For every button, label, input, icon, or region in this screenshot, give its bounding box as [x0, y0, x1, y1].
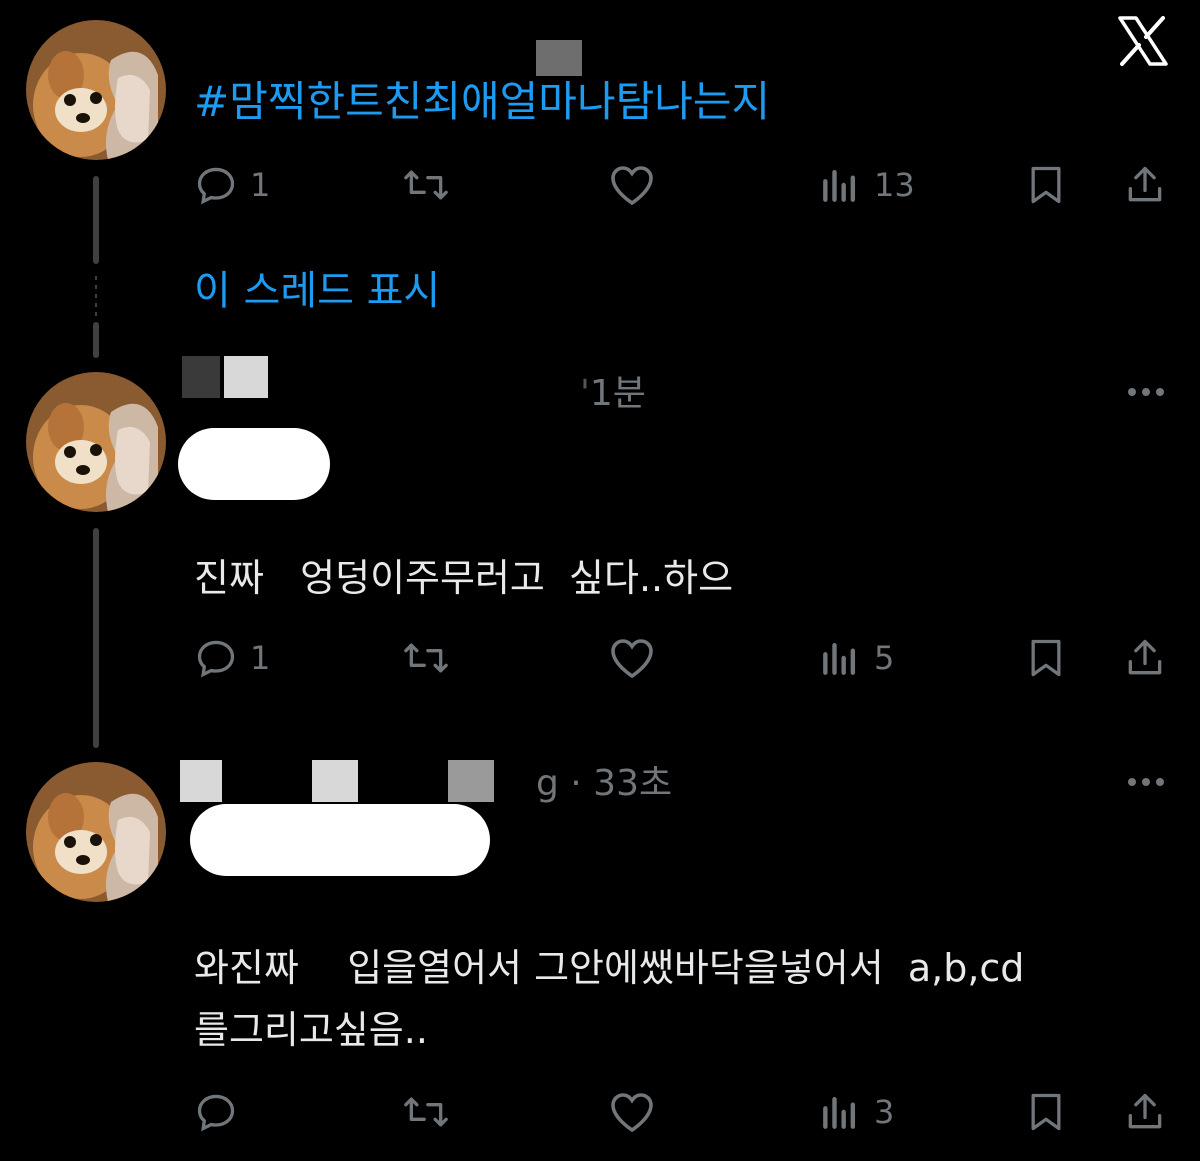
share-icon	[1128, 166, 1162, 202]
tweet-text-line1: 와진짜 입을열어서 그안에쌨바닥을넣어서 a,b,cd	[194, 946, 1025, 990]
avatar[interactable]	[26, 372, 166, 512]
views-button[interactable]: 5	[818, 636, 894, 680]
tweet-time: g · 33초	[536, 763, 673, 804]
tweet-text-line2: 를그리고싶음..	[194, 1008, 428, 1052]
retweet-button[interactable]	[400, 636, 452, 680]
thread-connector	[93, 322, 99, 358]
bookmark-icon	[1031, 1093, 1061, 1131]
share-icon	[1128, 1093, 1162, 1129]
reply-icon	[197, 167, 235, 205]
reply-count: 1	[250, 639, 271, 677]
thread-connector	[93, 528, 99, 748]
retweet-icon	[404, 643, 448, 673]
retweet-button[interactable]	[400, 163, 452, 207]
redacted-block	[182, 356, 220, 398]
redacted-block	[180, 760, 222, 802]
reply-icon	[197, 640, 235, 678]
redacted-name	[178, 428, 330, 500]
share-button[interactable]	[1122, 163, 1168, 207]
avatar[interactable]	[26, 762, 166, 902]
like-button[interactable]	[608, 636, 656, 680]
reply-count: 1	[250, 166, 271, 204]
reply-button[interactable]	[194, 1090, 238, 1134]
thread-connector	[93, 176, 99, 264]
redacted-block	[448, 760, 494, 802]
bookmark-button[interactable]	[1024, 636, 1068, 680]
tweet-text: 진짜 엉덩이주무러고 싶다..하으	[194, 556, 734, 600]
retweet-button[interactable]	[400, 1090, 452, 1134]
share-button[interactable]	[1122, 636, 1168, 680]
views-count: 3	[874, 1093, 895, 1131]
views-count: 5	[874, 639, 895, 677]
redacted-block	[224, 356, 268, 398]
more-icon[interactable]	[1128, 778, 1164, 786]
show-thread-link[interactable]: 이 스레드 표시	[194, 266, 440, 316]
share-icon	[1128, 639, 1162, 675]
redacted-name	[190, 804, 490, 876]
like-icon	[611, 166, 653, 206]
thread-ellipsis	[95, 276, 97, 316]
x-logo-icon[interactable]	[1116, 14, 1170, 68]
bookmark-button[interactable]	[1024, 163, 1068, 207]
views-count: 13	[874, 166, 915, 204]
views-icon	[823, 169, 856, 202]
reply-icon	[197, 1094, 235, 1132]
tweet-time: '1분	[580, 373, 646, 414]
like-icon	[611, 639, 653, 679]
tweet-time-value: 1분	[589, 373, 646, 414]
redacted-block	[536, 40, 582, 76]
hashtag-link[interactable]: #맘찍한트친최애얼마나탐나는지	[194, 76, 770, 128]
bookmark-icon	[1031, 166, 1061, 204]
like-icon	[611, 1093, 653, 1133]
like-button[interactable]	[608, 163, 656, 207]
share-button[interactable]	[1122, 1090, 1168, 1134]
views-button[interactable]: 3	[818, 1090, 894, 1134]
redacted-block	[312, 760, 358, 802]
views-icon	[823, 1096, 856, 1129]
bookmark-icon	[1031, 639, 1061, 677]
more-icon[interactable]	[1128, 388, 1164, 396]
bookmark-button[interactable]	[1024, 1090, 1068, 1134]
retweet-icon	[404, 170, 448, 200]
reply-button[interactable]: 1	[194, 163, 270, 207]
retweet-icon	[404, 1097, 448, 1127]
like-button[interactable]	[608, 1090, 656, 1134]
reply-button[interactable]: 1	[194, 636, 270, 680]
views-icon	[823, 642, 856, 675]
avatar[interactable]	[26, 20, 166, 160]
views-button[interactable]: 13	[818, 163, 915, 207]
